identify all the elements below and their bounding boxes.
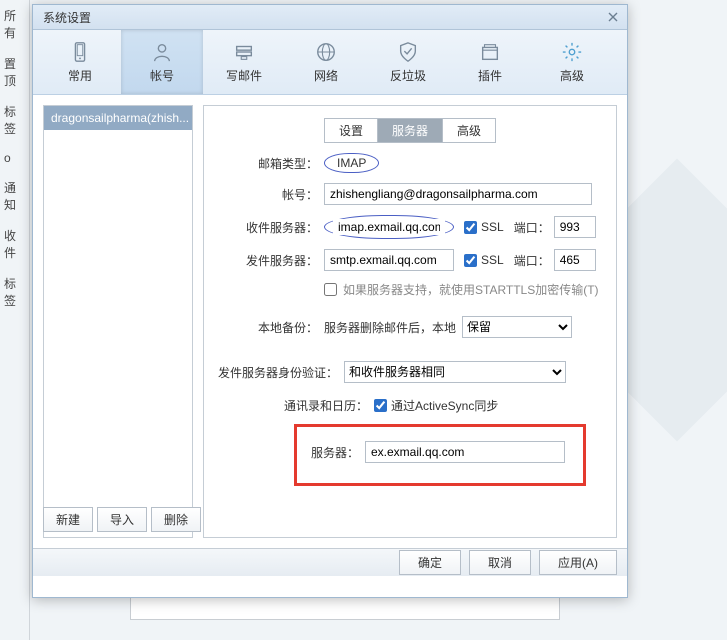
tab-compose[interactable]: 写邮件 [203, 30, 285, 94]
background-side-nav: 所有置顶标签 o通知收件标签 [0, 0, 30, 640]
dialog-footer: 确定 取消 应用(A) [33, 548, 627, 576]
subtab-advanced[interactable]: 高级 [442, 118, 496, 143]
mailbox-type-value: IMAP [337, 156, 366, 170]
dialog-title: 系统设置 [43, 9, 91, 26]
starttls-row: 如果服务器支持，就使用STARTTLS加密传输(T) [324, 281, 606, 298]
highlight-ring [324, 215, 454, 239]
starttls-label: 如果服务器支持，就使用STARTTLS加密传输(T) [343, 281, 599, 298]
sync-server-input[interactable] [365, 441, 565, 463]
tab-label: 网络 [314, 67, 338, 84]
tab-advanced[interactable]: 高级 [531, 30, 613, 94]
tab-label: 插件 [478, 67, 502, 84]
highlight-red-box: 服务器： [294, 424, 586, 486]
tab-network[interactable]: 网络 [285, 30, 367, 94]
tab-antispam[interactable]: 反垃圾 [367, 30, 449, 94]
delete-button[interactable]: 删除 [151, 507, 201, 532]
phone-icon [69, 41, 91, 63]
cancel-button[interactable]: 取消 [469, 550, 531, 575]
account-item[interactable]: dragonsailpharma(zhish... [44, 106, 192, 130]
import-button[interactable]: 导入 [97, 507, 147, 532]
close-icon[interactable] [605, 9, 621, 25]
activesync-checkbox[interactable] [374, 399, 387, 412]
left-button-row: 新建 导入 删除 [43, 507, 201, 532]
incoming-port-input[interactable] [554, 216, 596, 238]
incoming-ssl-checkbox[interactable] [464, 221, 477, 234]
tab-label: 常用 [68, 67, 92, 84]
outgoing-server-input[interactable] [324, 249, 454, 271]
tab-account[interactable]: 帐号 [121, 30, 203, 94]
local-backup-text: 服务器删除邮件后，本地 [324, 319, 456, 336]
port-label: 端口： [514, 219, 550, 236]
subtab-server[interactable]: 服务器 [377, 118, 443, 143]
outgoing-port-input[interactable] [554, 249, 596, 271]
label-outgoing-auth: 发件服务器身份验证： [214, 364, 344, 381]
starttls-checkbox[interactable] [324, 283, 337, 296]
label-mailbox-type: 邮箱类型： [214, 155, 324, 172]
outgoing-ssl-checkbox[interactable] [464, 254, 477, 267]
shield-icon [397, 41, 419, 63]
ssl-label: SSL [481, 220, 504, 234]
local-backup-select[interactable]: 保留 [462, 316, 572, 338]
ok-button[interactable]: 确定 [399, 550, 461, 575]
tab-label: 写邮件 [226, 67, 262, 84]
ssl-label: SSL [481, 253, 504, 267]
tab-label: 帐号 [150, 67, 174, 84]
label-outgoing: 发件服务器： [214, 252, 324, 269]
highlight-ring: IMAP [324, 153, 379, 173]
settings-dialog: 系统设置 常用 帐号 写邮件 网络 反垃圾 插件 [32, 4, 628, 598]
gear-icon [561, 41, 583, 63]
label-local-backup: 本地备份： [214, 319, 324, 336]
label-account: 帐号： [214, 186, 324, 203]
label-addr-cal: 通讯录和日历： [214, 397, 374, 414]
label-server: 服务器： [305, 444, 365, 461]
activesync-label: 通过ActiveSync同步 [391, 397, 498, 414]
label-incoming: 收件服务器： [214, 219, 324, 236]
sub-tabs: 设置服务器高级 [214, 118, 606, 143]
globe-icon [315, 41, 337, 63]
port-label: 端口： [514, 252, 550, 269]
outgoing-auth-select[interactable]: 和收件服务器相同 [344, 361, 566, 383]
apply-button[interactable]: 应用(A) [539, 550, 617, 575]
new-button[interactable]: 新建 [43, 507, 93, 532]
toolbar: 常用 帐号 写邮件 网络 反垃圾 插件 高级 [33, 30, 627, 95]
account-list: dragonsailpharma(zhish... [43, 105, 193, 538]
account-input[interactable] [324, 183, 592, 205]
person-icon [151, 41, 173, 63]
subtab-settings[interactable]: 设置 [324, 118, 378, 143]
tab-label: 高级 [560, 67, 584, 84]
titlebar: 系统设置 [33, 5, 627, 30]
incoming-server-input[interactable] [333, 219, 445, 235]
settings-panel: 设置服务器高级 邮箱类型： IMAP 帐号： 收件服务器： SSL 端口： [203, 105, 617, 538]
tab-plugins[interactable]: 插件 [449, 30, 531, 94]
stack-icon [233, 41, 255, 63]
box-icon [479, 41, 501, 63]
tab-common[interactable]: 常用 [39, 30, 121, 94]
tab-label: 反垃圾 [390, 67, 426, 84]
